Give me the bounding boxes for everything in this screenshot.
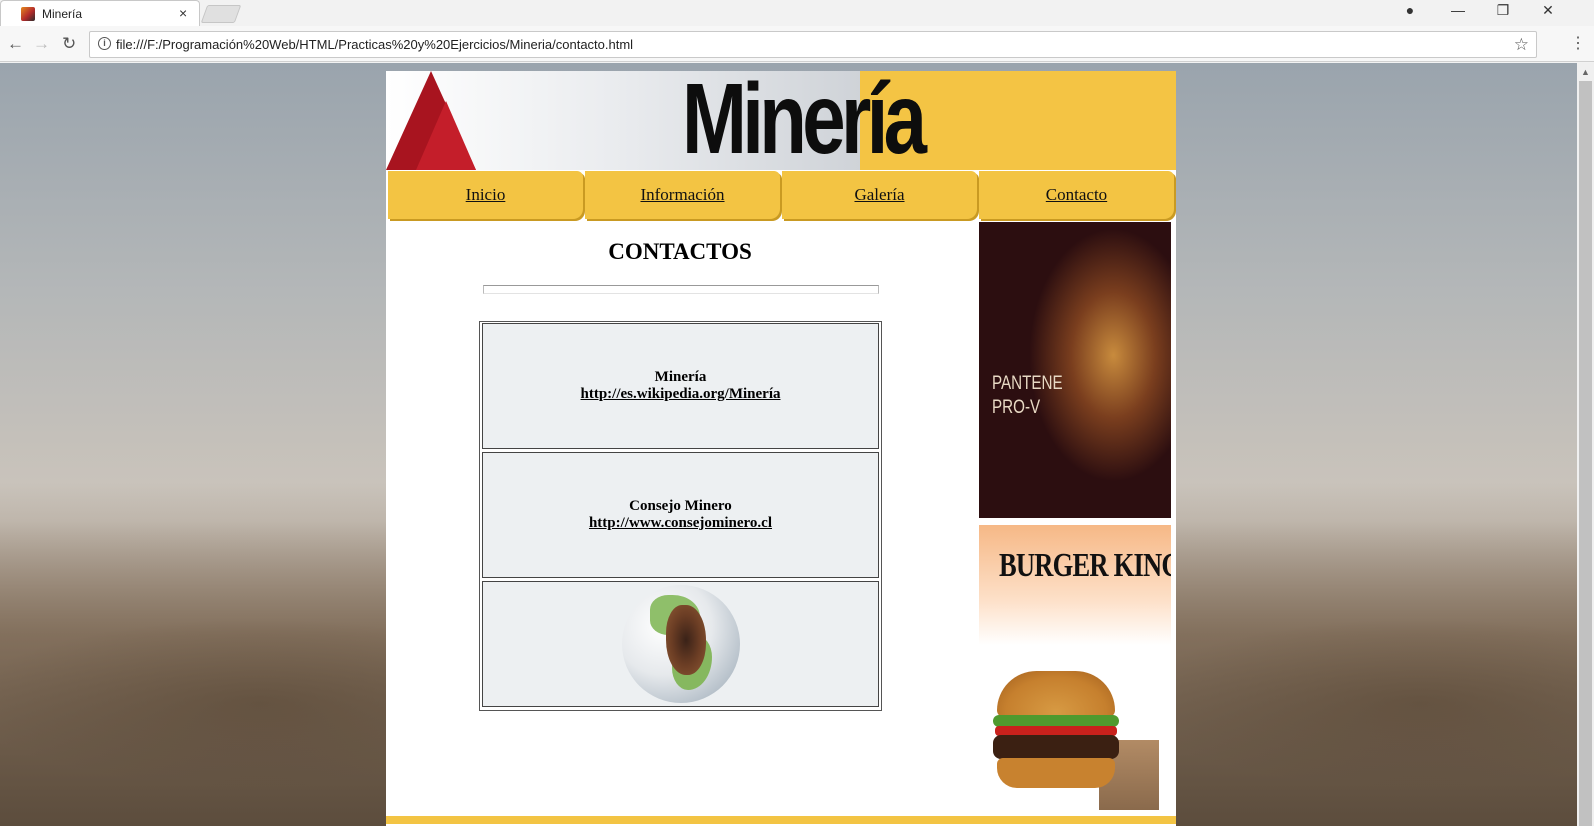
reload-icon[interactable]: ↻ [62,34,76,54]
contacts-table: Minería http://es.wikipedia.org/Minería … [479,321,882,711]
url-text[interactable]: file:///F:/Programación%20Web/HTML/Pract… [116,37,633,52]
favicon-icon [21,7,35,21]
nav-informacion[interactable]: Información [585,171,780,219]
browser-menu-icon[interactable]: ⋮ [1570,33,1586,53]
minimize-icon[interactable]: — [1436,2,1480,18]
tab-bar: Minería × ● — ❐ ✕ [0,0,1594,26]
contact-name: Minería [654,369,707,385]
pantene-line1: PANTENE [992,373,1063,394]
contact-cell-image [482,581,879,707]
address-bar[interactable]: i file:///F:/Programación%20Web/HTML/Pra… [89,31,1537,58]
window-close-icon[interactable]: ✕ [1526,2,1570,19]
page-background: Minería Inicio Información Galería Conta… [0,63,1577,826]
profile-icon[interactable]: ● [1388,2,1432,18]
contact-link-wikipedia[interactable]: http://es.wikipedia.org/Minería [581,386,781,403]
page-container: Minería Inicio Información Galería Conta… [386,71,1176,826]
red-logo-shape-inner [416,101,476,170]
globe-mine-pit [665,605,706,675]
contact-link-consejominero[interactable]: http://www.consejominero.cl [589,515,772,532]
browser-tab[interactable]: Minería × [0,0,200,26]
divider [483,285,879,294]
nav-inicio[interactable]: Inicio [388,171,583,219]
main-nav: Inicio Información Galería Contacto [386,171,1176,219]
header-banner: Minería [386,71,1176,170]
pantene-ad[interactable]: PANTENE PRO-V [979,222,1171,518]
footer-bar [386,816,1176,824]
burger-bun-bottom [997,758,1115,788]
pantene-logo-text: PANTENE PRO-V [992,372,1063,420]
back-icon[interactable]: ← [7,34,24,54]
tab-close-icon[interactable]: × [179,5,187,21]
page-title: CONTACTOS [608,239,752,264]
banner-title: Minería [682,71,927,170]
contact-cell-consejo: Consejo Minero http://www.consejominero.… [482,452,879,578]
info-icon[interactable]: i [98,37,111,50]
contact-name: Consejo Minero [629,498,732,514]
scroll-thumb[interactable] [1579,81,1592,826]
tab-title: Minería [42,7,83,21]
nav-contacto[interactable]: Contacto [979,171,1174,219]
burger-patty [993,735,1119,759]
new-tab-button[interactable] [200,5,242,23]
restore-icon[interactable]: ❐ [1481,2,1525,19]
pantene-line2: PRO-V [992,397,1041,418]
browser-toolbar: ← → ↻ i file:///F:/Programación%20Web/HT… [0,26,1594,62]
vertical-scrollbar[interactable]: ▲ [1577,63,1594,826]
bookmark-star-icon[interactable]: ☆ [1514,35,1529,55]
burger-king-logo-text: BURGER KING [999,547,1171,584]
nav-galeria[interactable]: Galería [782,171,977,219]
main-content: CONTACTOS Minería http://es.wikipedia.or… [386,221,974,811]
globe-mining-image [621,585,740,703]
burger-king-ad[interactable]: BURGER KING [979,525,1171,825]
forward-icon[interactable]: → [33,34,50,54]
scroll-up-icon[interactable]: ▲ [1581,67,1590,77]
contact-cell-mineria: Minería http://es.wikipedia.org/Minería [482,323,879,449]
burger-bun-top [997,671,1115,717]
